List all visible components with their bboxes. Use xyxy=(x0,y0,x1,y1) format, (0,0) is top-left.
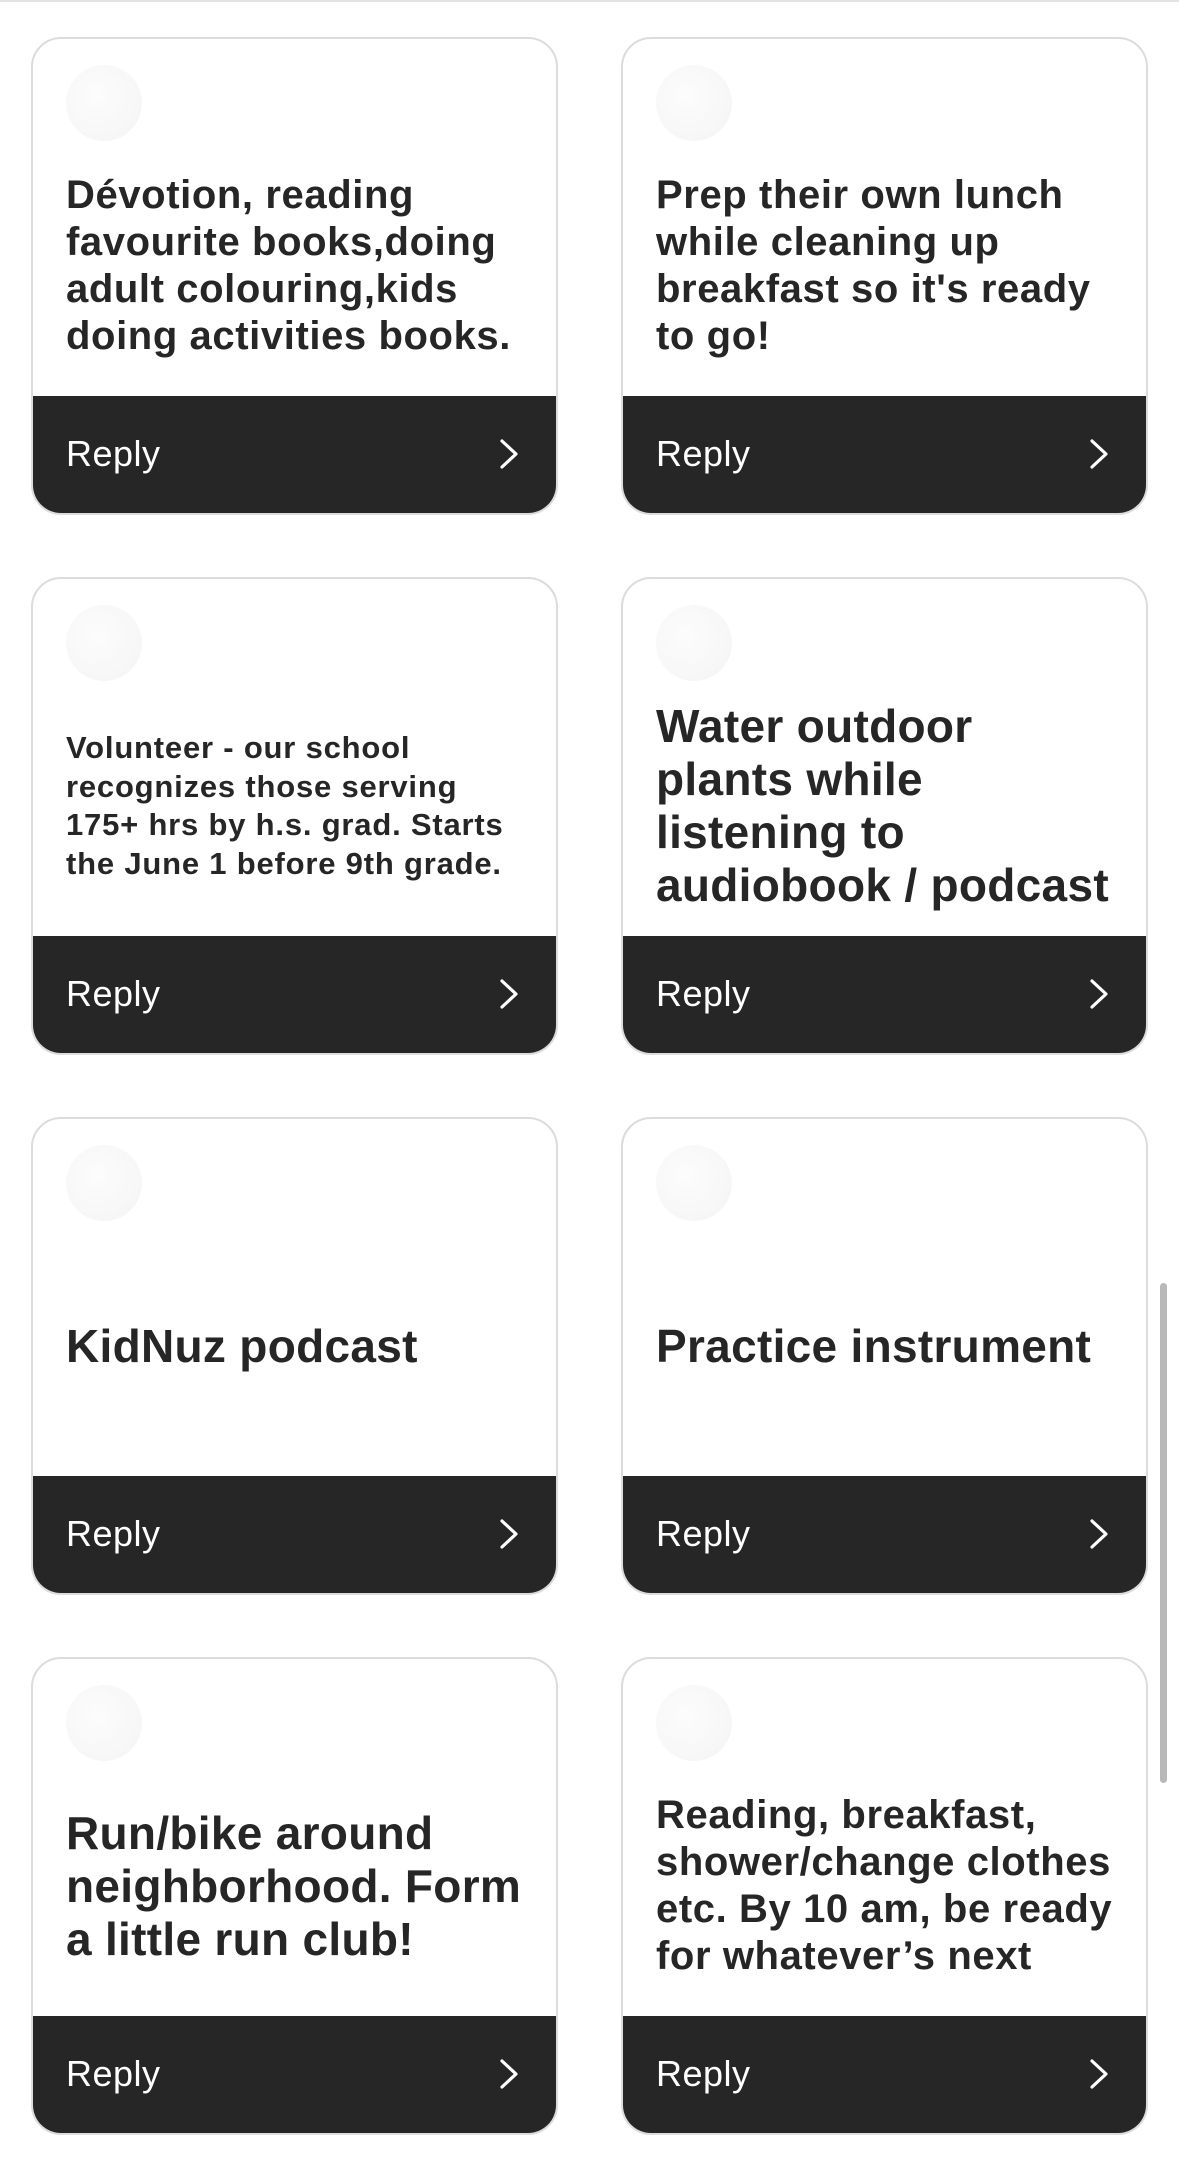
author xyxy=(656,1685,732,1761)
reply-button[interactable]: Reply xyxy=(33,2015,556,2133)
reply-button[interactable]: Reply xyxy=(623,935,1146,1053)
reply-label: Reply xyxy=(656,2053,751,2095)
chevron-right-icon xyxy=(500,1519,518,1549)
reply-button[interactable]: Reply xyxy=(623,395,1146,513)
avatar xyxy=(66,65,142,141)
reply-label: Reply xyxy=(66,973,161,1015)
card-content: Run/bike around neighborhood. Form a lit… xyxy=(33,1659,556,2016)
avatar xyxy=(656,605,732,681)
avatar xyxy=(656,65,732,141)
responses-grid: Dévotion, reading favourite books,doing … xyxy=(31,37,1148,2135)
avatar xyxy=(656,1685,732,1761)
card-content: Volunteer - our school recognizes those … xyxy=(33,579,556,936)
response-card: Volunteer - our school recognizes those … xyxy=(31,577,558,1055)
response-card: Reading, breakfast, shower/change clothe… xyxy=(621,1657,1148,2135)
reply-button[interactable]: Reply xyxy=(33,935,556,1053)
chevron-right-icon xyxy=(500,979,518,1009)
author xyxy=(66,65,142,141)
reply-label: Reply xyxy=(66,2053,161,2095)
scrollbar[interactable] xyxy=(1160,1283,1167,1783)
response-card: Prep their own lunch while cleaning up b… xyxy=(621,37,1148,515)
reply-label: Reply xyxy=(656,973,751,1015)
card-content: Practice instrument xyxy=(623,1119,1146,1476)
reply-label: Reply xyxy=(66,1513,161,1555)
reply-button[interactable]: Reply xyxy=(33,1475,556,1593)
author xyxy=(66,605,142,681)
avatar xyxy=(66,1685,142,1761)
response-card: KidNuz podcast Reply xyxy=(31,1117,558,1595)
chevron-right-icon xyxy=(500,439,518,469)
response-card: Practice instrument Reply xyxy=(621,1117,1148,1595)
reply-label: Reply xyxy=(656,433,751,475)
chevron-right-icon xyxy=(1090,439,1108,469)
card-content: Reading, breakfast, shower/change clothe… xyxy=(623,1659,1146,2016)
response-text: Water outdoor plants while listening to … xyxy=(656,700,1109,912)
card-content: KidNuz podcast xyxy=(33,1119,556,1476)
author xyxy=(656,605,732,681)
response-text: Reading, breakfast, shower/change clothe… xyxy=(656,1793,1113,1979)
reply-button[interactable]: Reply xyxy=(33,395,556,513)
response-text: Volunteer - our school recognizes those … xyxy=(66,730,504,881)
response-text: Practice instrument xyxy=(656,1319,1092,1372)
author xyxy=(66,1685,142,1761)
chevron-right-icon xyxy=(500,2059,518,2089)
response-card: Dévotion, reading favourite books,doing … xyxy=(31,37,558,515)
author xyxy=(656,65,732,141)
chevron-right-icon xyxy=(1090,1519,1108,1549)
card-content: Water outdoor plants while listening to … xyxy=(623,579,1146,936)
author xyxy=(66,1145,142,1221)
reply-label: Reply xyxy=(66,433,161,475)
reply-button[interactable]: Reply xyxy=(623,1475,1146,1593)
chevron-right-icon xyxy=(1090,979,1108,1009)
card-content: Prep their own lunch while cleaning up b… xyxy=(623,39,1146,396)
reply-button[interactable]: Reply xyxy=(623,2015,1146,2133)
top-divider xyxy=(0,0,1179,2)
response-text: Dévotion, reading favourite books,doing … xyxy=(66,173,511,359)
response-text: Prep their own lunch while cleaning up b… xyxy=(656,173,1091,359)
chevron-right-icon xyxy=(1090,2059,1108,2089)
avatar xyxy=(66,605,142,681)
response-text: Run/bike around neighborhood. Form a lit… xyxy=(66,1806,522,1965)
card-content: Dévotion, reading favourite books,doing … xyxy=(33,39,556,396)
avatar xyxy=(656,1145,732,1221)
reply-label: Reply xyxy=(656,1513,751,1555)
author xyxy=(656,1145,732,1221)
response-card: Run/bike around neighborhood. Form a lit… xyxy=(31,1657,558,2135)
avatar xyxy=(66,1145,142,1221)
response-text: KidNuz podcast xyxy=(66,1319,418,1372)
response-card: Water outdoor plants while listening to … xyxy=(621,577,1148,1055)
